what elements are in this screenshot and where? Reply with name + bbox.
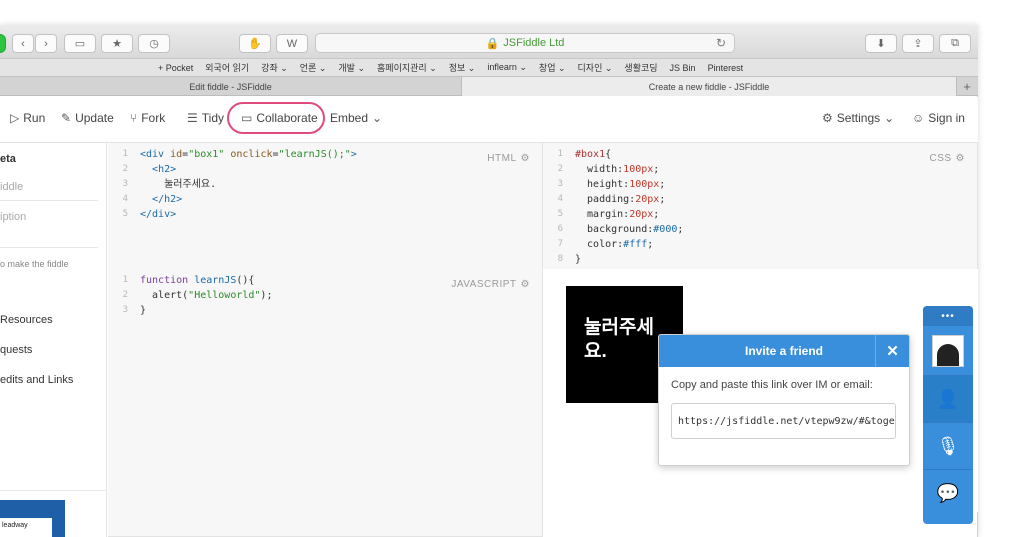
- chevron-down-icon: ⌄: [884, 111, 895, 125]
- align-icon: ☰: [187, 111, 198, 125]
- line-numbers: 12345678: [557, 149, 563, 264]
- tab-edit-fiddle[interactable]: Edit fiddle - JSFiddle: [0, 77, 462, 96]
- invite-instructions: Copy and paste this link over IM or emai…: [671, 379, 873, 391]
- downloads-button[interactable]: ⬇: [865, 34, 897, 53]
- invite-popover: Invite a friend ✕ Copy and paste this li…: [658, 334, 910, 466]
- gear-icon[interactable]: ⚙: [956, 153, 965, 164]
- css-panel-label: CSS ⚙: [929, 153, 965, 164]
- bookmark-item[interactable]: 외국어 읽기: [205, 61, 249, 74]
- address-text: JSFiddle Ltd: [503, 37, 565, 49]
- sidebar-item-credits[interactable]: edits and Links: [0, 374, 73, 386]
- microphone-icon: 🎙: [936, 435, 960, 456]
- invite-link-field[interactable]: https://jsfiddle.net/vtepw9zw/#&together…: [671, 403, 896, 439]
- reload-icon[interactable]: ↻: [716, 36, 726, 50]
- bookmark-item[interactable]: + Pocket: [158, 63, 193, 73]
- address-bar[interactable]: 🔒 JSFiddle Ltd ↻: [315, 33, 735, 53]
- line-numbers: 123: [122, 275, 128, 315]
- sidebar-item-requests[interactable]: quests: [0, 344, 32, 356]
- sidebar-hint-text: o make the fiddle: [0, 259, 69, 269]
- js-panel[interactable]: 123 function learnJS(){ alert("Helloworl…: [108, 269, 543, 537]
- browser-titlebar: ‹ › ▭ ★ ◷ ✋ W 🔒 JSFiddle Ltd ↻ ⬇ ⇪ ⧉: [0, 25, 978, 59]
- chevron-down-icon: ⌄: [372, 111, 383, 125]
- fork-icon: ⑂: [130, 111, 138, 125]
- star-icon: ★: [112, 38, 122, 50]
- js-panel-label: JAVASCRIPT ⚙: [451, 279, 530, 290]
- tab-bar: Edit fiddle - JSFiddle Create a new fidd…: [0, 76, 978, 96]
- chat-button[interactable]: 💬: [923, 470, 973, 517]
- back-button[interactable]: ‹: [12, 34, 34, 53]
- forward-button[interactable]: ›: [35, 34, 57, 53]
- description-input[interactable]: iption: [0, 211, 26, 223]
- collaborate-button[interactable]: ▭ Collaborate: [241, 111, 318, 125]
- bookmark-item[interactable]: inflearn ⌄: [487, 62, 527, 73]
- extension-button[interactable]: ✋: [239, 34, 271, 53]
- new-tab-button[interactable]: +: [957, 77, 977, 95]
- bookmark-item[interactable]: JS Bin: [670, 63, 696, 73]
- share-icon: ⇪: [913, 38, 923, 50]
- window-zoom-button[interactable]: [0, 34, 6, 53]
- avatar[interactable]: [923, 326, 973, 376]
- smiley-icon: ☺: [912, 111, 925, 125]
- clock-icon: ◷: [149, 38, 159, 50]
- line-numbers: 12345: [122, 149, 128, 219]
- chevron-left-icon: ‹: [21, 37, 25, 50]
- download-icon: ⬇: [876, 38, 886, 50]
- gear-icon: ⚙: [822, 111, 833, 125]
- add-user-icon: 👤: [936, 388, 960, 409]
- sidebar: eta iddle iption o make the fiddle Resou…: [0, 143, 107, 537]
- sidebar-meta-heading: eta: [0, 153, 16, 165]
- run-button[interactable]: ▷ Run: [10, 111, 45, 125]
- bookmark-item[interactable]: 언론 ⌄: [300, 61, 327, 74]
- sidebar-toggle-button[interactable]: ▭: [64, 34, 96, 53]
- fork-button[interactable]: ⑂ Fork: [130, 111, 165, 125]
- invite-header: Invite a friend ✕: [659, 335, 909, 367]
- bookmark-item[interactable]: Pinterest: [708, 63, 744, 73]
- update-button[interactable]: ✎ Update: [61, 111, 114, 125]
- invite-user-button[interactable]: 👤: [923, 376, 973, 423]
- history-button[interactable]: ◷: [138, 34, 170, 53]
- sidebar-ad[interactable]: leadway: [0, 500, 65, 537]
- fiddle-toolbar: ▷ Run ✎ Update ⑂ Fork ☰ Tidy ▭ Collaborate Em…: [0, 97, 978, 143]
- hand-icon: ✋: [248, 38, 262, 50]
- tabs-icon: ⧉: [951, 37, 959, 49]
- reader-button[interactable]: W: [276, 34, 308, 53]
- sidebar-item-resources[interactable]: Resources: [0, 314, 53, 326]
- pencil-icon: ✎: [61, 111, 72, 125]
- tabs-overview-button[interactable]: ⧉: [939, 34, 971, 53]
- microphone-button[interactable]: 🎙: [923, 423, 973, 470]
- bookmark-item[interactable]: 정보 ⌄: [449, 61, 476, 74]
- user-avatar-icon: [932, 334, 964, 367]
- fiddle-name-input[interactable]: iddle: [0, 181, 23, 193]
- chat-icon: ▭: [241, 111, 253, 125]
- html-panel-label: HTML ⚙: [487, 153, 530, 164]
- embed-button[interactable]: Embed ⌄: [330, 111, 382, 125]
- bookmarks-bar: + Pocket 외국어 읽기 강좌 ⌄ 언론 ⌄ 개발 ⌄ 홈페이지관리 ⌄ …: [0, 59, 978, 76]
- bookmark-item[interactable]: 개발 ⌄: [338, 61, 365, 74]
- collab-dock: ••• 👤 🎙 💬: [923, 306, 973, 524]
- lock-icon: 🔒: [485, 37, 500, 50]
- play-icon: ▷: [10, 111, 20, 125]
- bookmark-item[interactable]: 강좌 ⌄: [261, 61, 288, 74]
- dock-menu-dots[interactable]: •••: [923, 306, 973, 326]
- chat-bubble-icon: 💬: [936, 483, 960, 503]
- bookmarks-button[interactable]: ★: [101, 34, 133, 53]
- gear-icon[interactable]: ⚙: [521, 279, 530, 290]
- sidebar-icon: ▭: [74, 38, 86, 50]
- share-button[interactable]: ⇪: [902, 34, 934, 53]
- close-icon[interactable]: ✕: [875, 335, 909, 367]
- bookmark-item[interactable]: 홈페이지관리 ⌄: [377, 61, 437, 74]
- settings-button[interactable]: ⚙ Settings ⌄: [822, 111, 894, 125]
- tab-create-fiddle[interactable]: Create a new fiddle - JSFiddle: [462, 77, 957, 96]
- bookmark-item[interactable]: 디자인 ⌄: [578, 61, 613, 74]
- gear-icon[interactable]: ⚙: [521, 153, 530, 164]
- chevron-right-icon: ›: [44, 37, 48, 50]
- js-code[interactable]: function learnJS(){ alert("Helloworld");…: [140, 273, 272, 318]
- bookmark-item[interactable]: 창업 ⌄: [539, 61, 566, 74]
- bookmark-item[interactable]: 생활코딩: [624, 61, 657, 74]
- html-code[interactable]: <div id="box1" onclick="learnJS();"> <h2…: [140, 147, 357, 222]
- signin-button[interactable]: ☺ Sign in: [912, 111, 965, 125]
- tidy-button[interactable]: ☰ Tidy: [187, 111, 224, 125]
- css-code[interactable]: #box1{ width:100px; height:100px; paddin…: [575, 147, 683, 267]
